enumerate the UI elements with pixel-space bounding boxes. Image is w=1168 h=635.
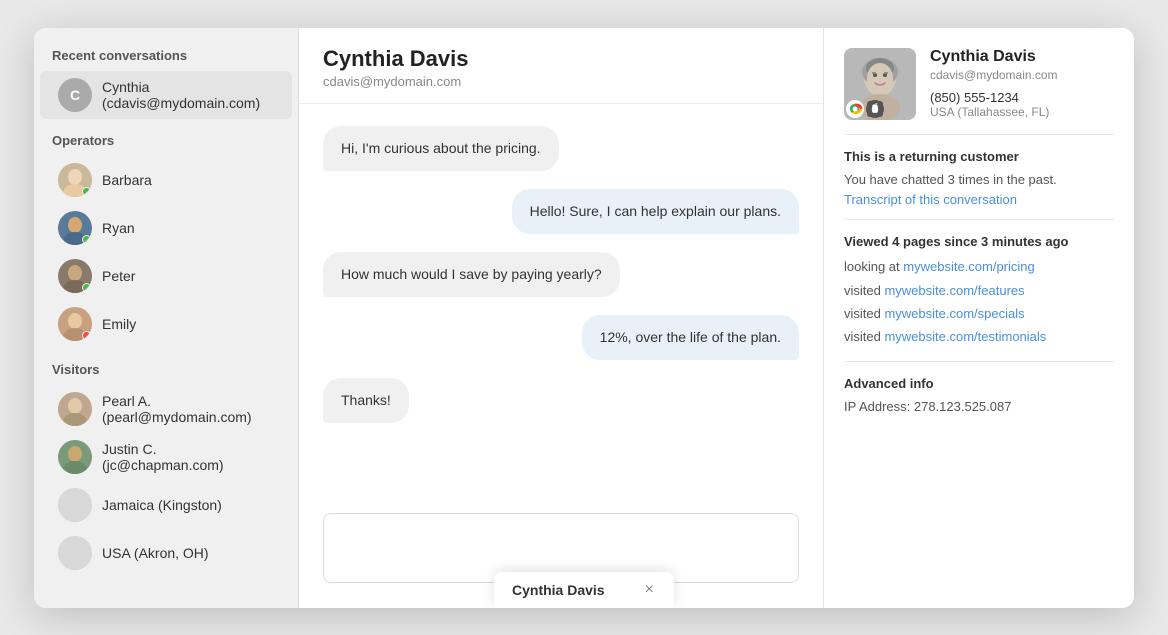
viewed-item-1: looking at mywebsite.com/pricing	[844, 255, 1114, 278]
sidebar-item-emily[interactable]: Emily	[40, 300, 292, 348]
viewed-url-1[interactable]: mywebsite.com/pricing	[903, 259, 1035, 274]
viewed-item-3: visited mywebsite.com/specials	[844, 302, 1114, 325]
sidebar-item-cynthia[interactable]: C Cynthia (cdavis@mydomain.com)	[40, 71, 292, 119]
viewed-url-4[interactable]: mywebsite.com/testimonials	[884, 329, 1046, 344]
sidebar-name-peter: Peter	[102, 268, 135, 284]
message-4: 12%, over the life of the plan.	[582, 315, 799, 360]
avatar-emily	[58, 307, 92, 341]
sidebar-item-jamaica[interactable]: Jamaica (Kingston)	[40, 481, 292, 529]
avatar-usa	[58, 536, 92, 570]
contact-info-location: USA (Tallahassee, FL)	[930, 105, 1058, 119]
advanced-title: Advanced info	[844, 376, 1114, 391]
viewed-items: looking at mywebsite.com/pricing visited…	[844, 255, 1114, 349]
ip-address: IP Address: 278.123.525.087	[844, 397, 1114, 418]
online-dot-ryan	[82, 235, 91, 244]
online-dot-emily	[82, 331, 91, 340]
avatar-jamaica	[58, 488, 92, 522]
app-window: Recent conversations C Cynthia (cdavis@m…	[34, 28, 1134, 608]
recent-label: Recent conversations	[34, 48, 298, 71]
online-dot-peter	[82, 283, 91, 292]
sidebar-name-jamaica: Jamaica (Kingston)	[102, 497, 222, 513]
online-dot-barbara	[82, 187, 91, 196]
returning-text: You have chatted 3 times in the past.	[844, 170, 1114, 191]
avatar-justin	[58, 440, 92, 474]
sidebar-name-barbara: Barbara	[102, 172, 152, 188]
contact-header: Cynthia Davis cdavis@mydomain.com (850) …	[844, 48, 1114, 120]
browser-icons	[846, 100, 884, 118]
message-2: Hello! Sure, I can help explain our plan…	[512, 189, 799, 234]
contact-info-email: cdavis@mydomain.com	[930, 68, 1058, 82]
sidebar-item-peter[interactable]: Peter	[40, 252, 292, 300]
viewed-url-2[interactable]: mywebsite.com/features	[884, 283, 1024, 298]
operators-label: Operators	[34, 133, 298, 156]
viewed-url-3[interactable]: mywebsite.com/specials	[884, 306, 1024, 321]
avatar-pearl	[58, 392, 92, 426]
sidebar-name-pearl: Pearl A. (pearl@mydomain.com)	[102, 393, 274, 425]
message-5: Thanks!	[323, 378, 409, 423]
bottom-bar-name: Cynthia Davis	[512, 582, 605, 598]
contact-info-name: Cynthia Davis	[930, 48, 1058, 66]
chat-contact-name: Cynthia Davis	[323, 46, 799, 72]
sidebar-name-emily: Emily	[102, 316, 136, 332]
message-3: How much would I save by paying yearly?	[323, 252, 620, 297]
sidebar-item-justin[interactable]: Justin C. (jc@chapman.com)	[40, 433, 292, 481]
advanced-section: Advanced info IP Address: 278.123.525.08…	[844, 361, 1114, 424]
sidebar-item-ryan[interactable]: Ryan	[40, 204, 292, 252]
chat-header: Cynthia Davis cdavis@mydomain.com	[299, 28, 823, 104]
sidebar-name-justin: Justin C. (jc@chapman.com)	[102, 441, 274, 473]
right-panel: Cynthia Davis cdavis@mydomain.com (850) …	[824, 28, 1134, 608]
avatar-cynthia: C	[58, 78, 92, 112]
visitors-label: Visitors	[34, 362, 298, 385]
sidebar: Recent conversations C Cynthia (cdavis@m…	[34, 28, 299, 608]
viewed-title: Viewed 4 pages since 3 minutes ago	[844, 234, 1114, 249]
chat-contact-email: cdavis@mydomain.com	[323, 74, 799, 89]
viewed-item-2: visited mywebsite.com/features	[844, 279, 1114, 302]
contact-info: Cynthia Davis cdavis@mydomain.com (850) …	[930, 48, 1058, 119]
sidebar-name-usa: USA (Akron, OH)	[102, 545, 209, 561]
bottom-bar: Cynthia Davis ×	[494, 572, 674, 608]
chat-main: Cynthia Davis cdavis@mydomain.com Hi, I'…	[299, 28, 824, 608]
apple-icon	[866, 100, 884, 118]
avatar-peter	[58, 259, 92, 293]
avatar-ryan	[58, 211, 92, 245]
contact-avatar	[844, 48, 916, 120]
close-button[interactable]: ×	[645, 582, 654, 598]
chat-messages: Hi, I'm curious about the pricing. Hello…	[299, 104, 823, 501]
returning-title: This is a returning customer	[844, 149, 1114, 164]
avatar-barbara	[58, 163, 92, 197]
viewed-section: Viewed 4 pages since 3 minutes ago looki…	[844, 219, 1114, 355]
sidebar-name-cynthia: Cynthia (cdavis@mydomain.com)	[102, 79, 274, 111]
message-1: Hi, I'm curious about the pricing.	[323, 126, 559, 171]
contact-info-phone: (850) 555-1234	[930, 90, 1058, 105]
viewed-item-4: visited mywebsite.com/testimonials	[844, 325, 1114, 348]
sidebar-name-ryan: Ryan	[102, 220, 135, 236]
sidebar-item-pearl[interactable]: Pearl A. (pearl@mydomain.com)	[40, 385, 292, 433]
sidebar-item-usa[interactable]: USA (Akron, OH)	[40, 529, 292, 577]
transcript-link[interactable]: Transcript of this conversation	[844, 192, 1114, 207]
chrome-icon	[846, 100, 864, 118]
returning-section: This is a returning customer You have ch…	[844, 134, 1114, 214]
sidebar-item-barbara[interactable]: Barbara	[40, 156, 292, 204]
